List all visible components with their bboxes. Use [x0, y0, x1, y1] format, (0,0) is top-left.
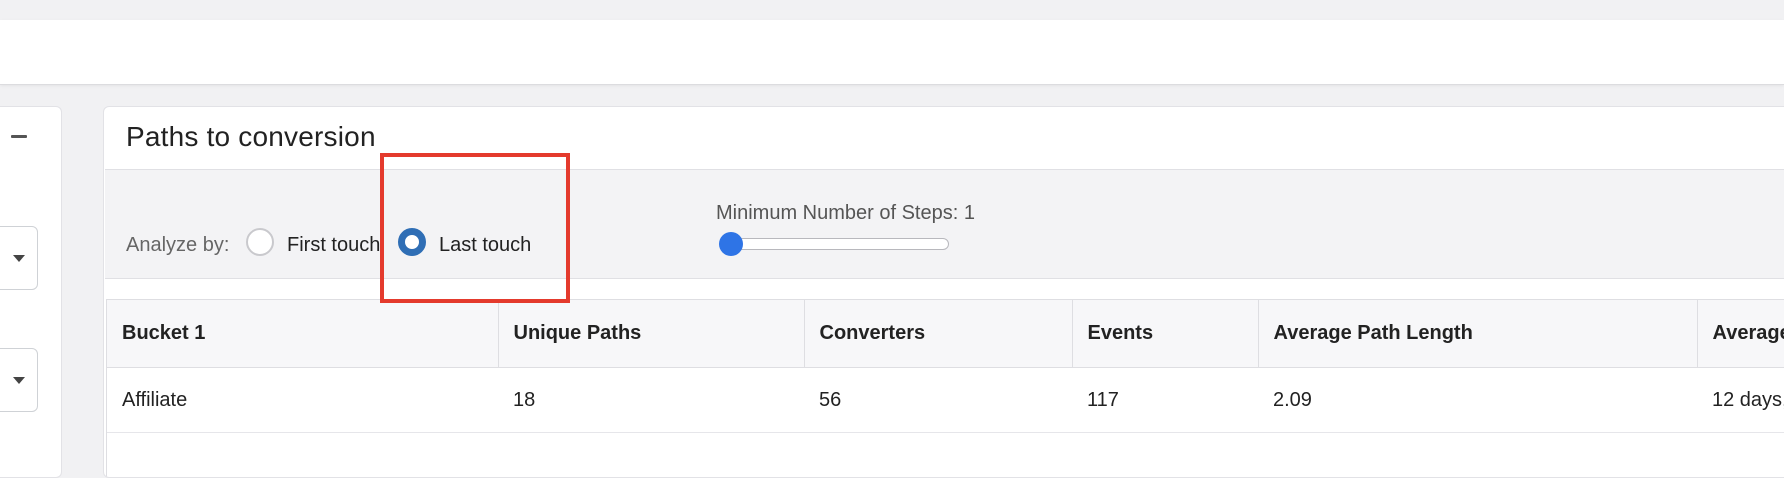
card-title: Paths to conversion	[126, 121, 376, 153]
table-cell: 56	[804, 368, 1072, 433]
table-cell: 18	[498, 368, 804, 433]
table-cell: Affiliate	[107, 368, 498, 433]
paths-to-conversion-card: Paths to conversion Analyze by: First to…	[103, 106, 1784, 478]
caret-down-icon	[13, 255, 25, 262]
table-cell	[1258, 433, 1697, 478]
table-cell	[498, 433, 804, 478]
table-header-row: Bucket 1 Unique Paths Converters Events …	[107, 300, 1784, 368]
col-header-average[interactable]: Average	[1697, 300, 1784, 368]
top-strip	[0, 0, 1784, 20]
filter-dropdown-1[interactable]	[0, 226, 38, 290]
table-cell	[107, 433, 498, 478]
left-panel	[0, 106, 62, 478]
table-cell: 117	[1072, 368, 1258, 433]
col-header-average-path-length[interactable]: Average Path Length	[1258, 300, 1697, 368]
col-header-unique-paths[interactable]: Unique Paths	[498, 300, 804, 368]
filter-dropdown-2[interactable]	[0, 348, 38, 412]
col-header-bucket-1[interactable]: Bucket 1	[107, 300, 498, 368]
table-cell	[1072, 433, 1258, 478]
last-touch-radio[interactable]	[398, 228, 426, 256]
table-row: Affiliate 18 56 117 2.09 12 days,	[107, 368, 1784, 433]
analysis-controls: Analyze by: First touch Last touch Minim…	[105, 169, 1784, 279]
caret-down-icon	[13, 377, 25, 384]
min-steps-slider-track[interactable]	[729, 238, 949, 250]
min-steps-slider-thumb[interactable]	[719, 232, 743, 256]
header-bar	[0, 20, 1784, 85]
table-cell	[804, 433, 1072, 478]
collapse-minus-icon[interactable]	[11, 135, 27, 138]
first-touch-radio[interactable]	[246, 228, 274, 256]
first-touch-label[interactable]: First touch	[287, 234, 380, 257]
analyze-by-label: Analyze by:	[126, 234, 229, 257]
col-header-events[interactable]: Events	[1072, 300, 1258, 368]
paths-table: Bucket 1 Unique Paths Converters Events …	[106, 299, 1784, 478]
table-row	[107, 433, 1784, 478]
table-cell	[1697, 433, 1784, 478]
table-cell: 2.09	[1258, 368, 1697, 433]
table-cell: 12 days,	[1697, 368, 1784, 433]
col-header-converters[interactable]: Converters	[804, 300, 1072, 368]
last-touch-label[interactable]: Last touch	[439, 234, 531, 257]
min-steps-label: Minimum Number of Steps: 1	[716, 202, 975, 225]
